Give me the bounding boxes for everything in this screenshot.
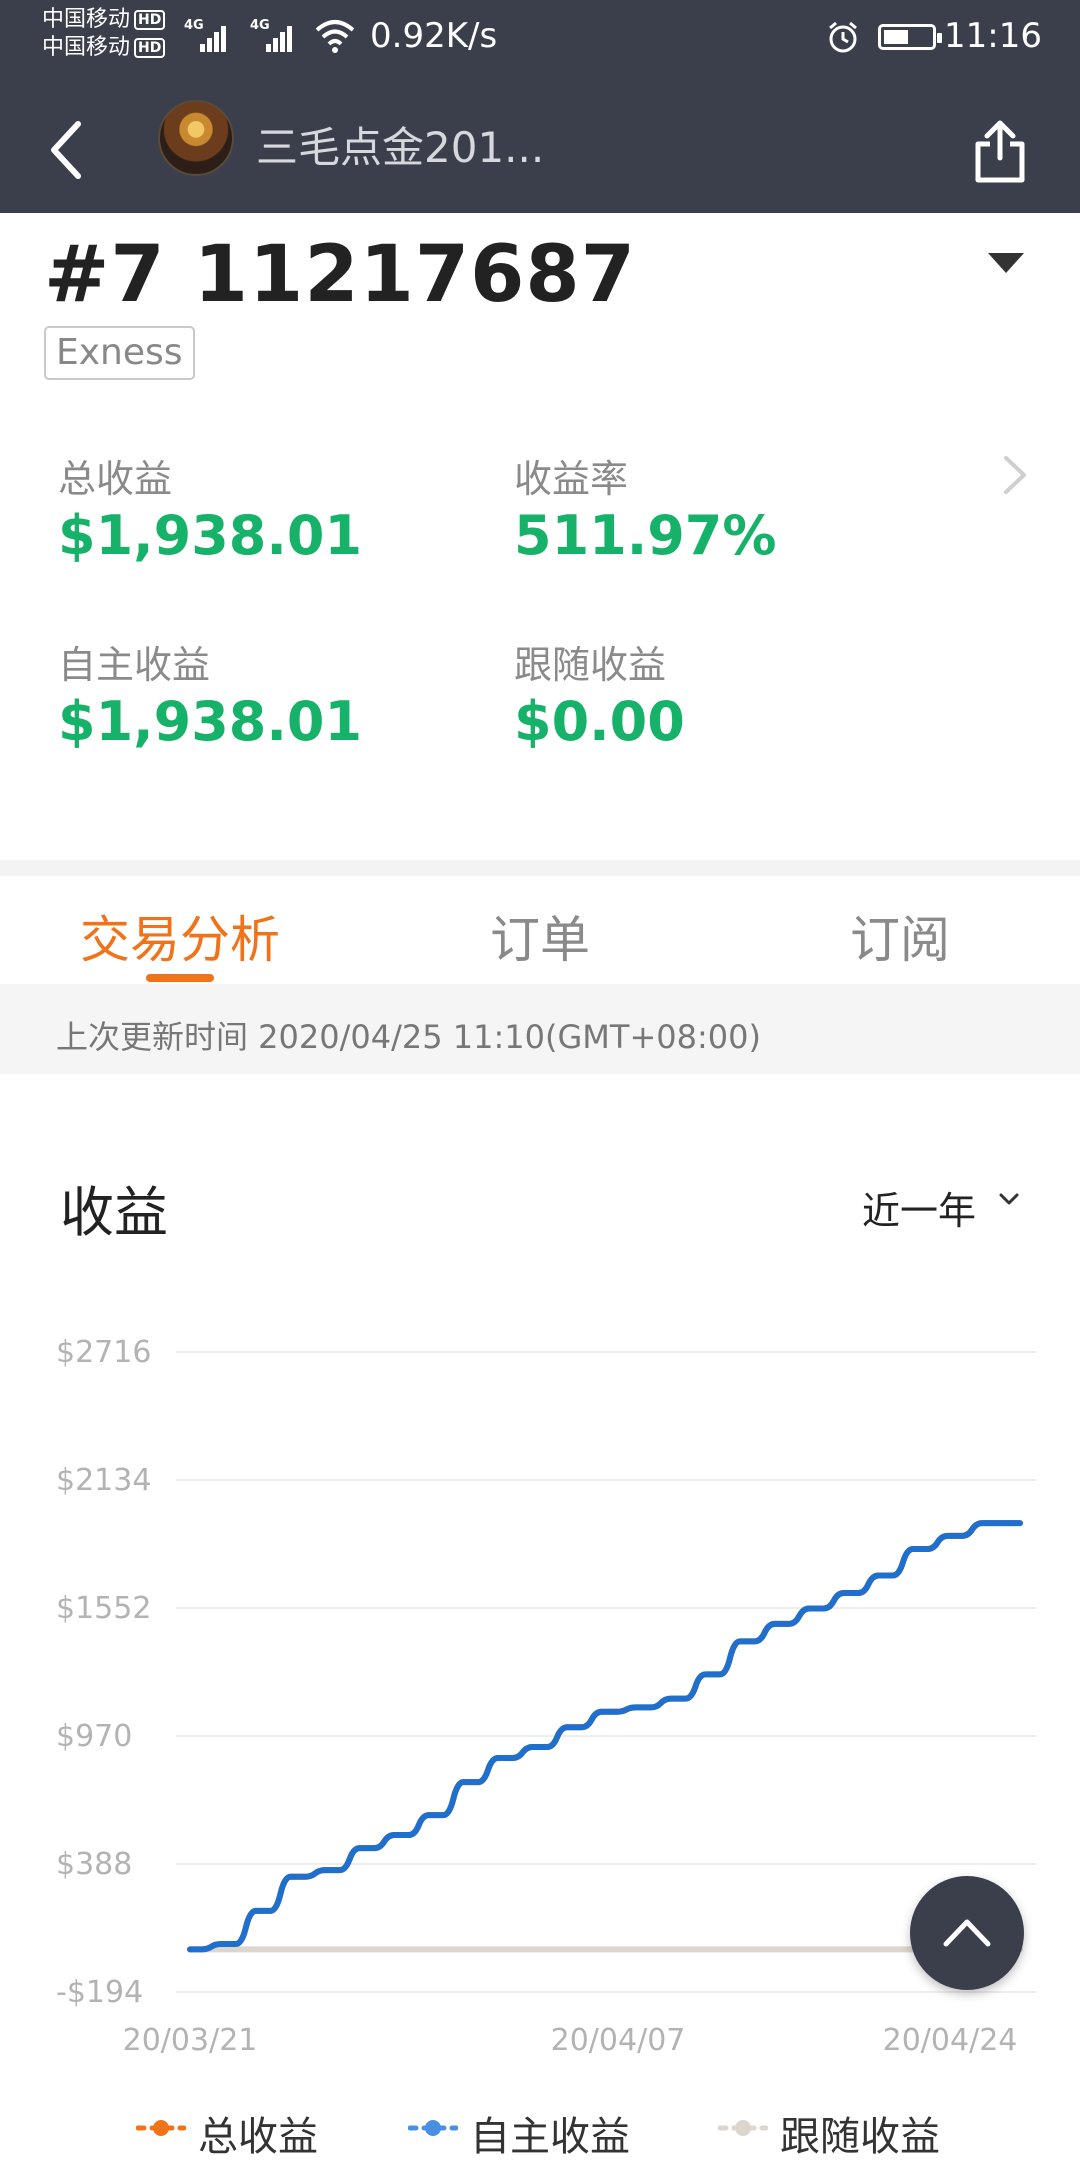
dropdown-caret-icon[interactable]: [988, 253, 1024, 273]
share-icon[interactable]: [970, 118, 1030, 184]
back-arrow-icon[interactable]: [36, 110, 96, 190]
account-id: #7 11217687: [44, 230, 636, 320]
battery-icon: [878, 24, 942, 50]
chevron-down-icon[interactable]: [996, 1186, 1022, 1212]
chevron-right-icon[interactable]: [1000, 452, 1030, 498]
legend-marker-self: [408, 2120, 458, 2136]
scroll-to-top-button[interactable]: [910, 1876, 1024, 1990]
x-tick-label: 20/04/24: [883, 2023, 1018, 2058]
self-profit-label: 自主收益: [58, 643, 211, 687]
carrier-2: 中国移动: [42, 35, 131, 60]
y-tick-label: -$194: [56, 1975, 143, 2010]
page-title: 三毛点金201...: [256, 123, 545, 172]
network-speed: 0.92K/s: [370, 16, 498, 56]
y-tick-label: $970: [56, 1719, 132, 1754]
total-profit-label: 总收益: [58, 457, 173, 501]
y-tick-label: $2716: [56, 1335, 151, 1370]
legend-marker-follow: [718, 2120, 768, 2136]
hd-badge: HD: [134, 10, 166, 30]
tab-active-indicator: [146, 974, 214, 982]
legend-label-self: 自主收益: [470, 2114, 630, 2160]
y-tick-label: $1552: [56, 1591, 151, 1626]
self-profit-value: $1,938.01: [58, 690, 363, 753]
legend-marker-total: [136, 2120, 186, 2136]
nav-bar: 三毛点金201...: [0, 100, 1080, 210]
rate-value: 511.97%: [514, 504, 777, 567]
x-tick-label: 20/04/07: [551, 2023, 686, 2058]
total-profit-value: $1,938.01: [58, 504, 363, 567]
tab-orders[interactable]: 订单: [490, 900, 590, 972]
avatar[interactable]: [158, 100, 234, 176]
follow-profit-value: $0.00: [514, 690, 685, 753]
tab-subscriptions[interactable]: 订阅: [850, 900, 950, 972]
carrier-info: 中国移动 HD 中国移动 HD: [42, 6, 166, 62]
y-tick-label: $2134: [56, 1463, 151, 1498]
status-bar: 中国移动 HD 中国移动 HD 4G 4G 0.92K/s 11:16: [42, 6, 1042, 62]
rate-label: 收益率: [514, 457, 629, 501]
legend-label-total: 总收益: [198, 2114, 318, 2160]
broker-badge: Exness: [44, 326, 195, 380]
y-tick-label: $388: [56, 1847, 132, 1882]
top-bar: 中国移动 HD 中国移动 HD 4G 4G 0.92K/s 11:16 三毛点金…: [0, 0, 1080, 213]
section-title: 收益: [60, 1181, 168, 1244]
range-selector[interactable]: 近一年: [862, 1180, 976, 1235]
tab-trade-analysis[interactable]: 交易分析: [80, 900, 280, 972]
app: 中国移动 HD 中国移动 HD 4G 4G 0.92K/s 11:16 三毛点金…: [0, 0, 1080, 2160]
hd-badge: HD: [134, 38, 166, 58]
alarm-icon: [829, 21, 857, 53]
clock: 11:16: [944, 16, 1042, 56]
wifi-icon: [315, 20, 355, 53]
follow-profit-label: 跟随收益: [514, 643, 667, 687]
carrier-1: 中国移动: [42, 7, 131, 32]
chevron-up-icon: [943, 1919, 991, 1947]
last-update-text: 上次更新时间 2020/04/25 11:10(GMT+08:00): [56, 1018, 761, 1056]
section-divider: [0, 860, 1080, 876]
legend-label-follow: 跟随收益: [780, 2114, 940, 2160]
x-tick-label: 20/03/21: [123, 2023, 258, 2058]
